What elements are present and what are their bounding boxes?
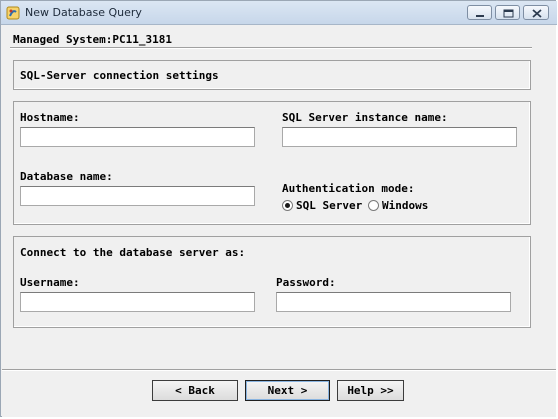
auth-mode-label: Authentication mode: xyxy=(282,182,415,195)
minimize-icon xyxy=(476,15,484,17)
window-title: New Database Query xyxy=(25,6,142,19)
managed-system-label: Managed System:PC11_3181 xyxy=(13,33,172,46)
dialog-content: Managed System:PC11_3181 SQL-Server conn… xyxy=(2,25,556,417)
radio-sql-server[interactable] xyxy=(282,200,293,211)
credentials-panel: Connect to the database server as: Usern… xyxy=(13,236,531,328)
database-name-label: Database name: xyxy=(20,170,113,183)
section-title: SQL-Server connection settings xyxy=(20,69,219,82)
restore-button[interactable] xyxy=(495,5,520,20)
dialog-window: New Database Query Managed System:PC11_3… xyxy=(0,0,557,417)
database-name-input[interactable] xyxy=(20,186,255,206)
app-icon xyxy=(6,6,20,20)
username-input[interactable] xyxy=(20,292,255,312)
credentials-title: Connect to the database server as: xyxy=(20,246,246,259)
radio-windows[interactable] xyxy=(368,200,379,211)
auth-option-windows-label: Windows xyxy=(382,199,429,212)
username-label: Username: xyxy=(20,276,80,289)
footer-divider xyxy=(2,369,556,371)
next-button[interactable]: Next > xyxy=(245,380,330,401)
section-title-panel: SQL-Server connection settings xyxy=(13,60,531,90)
instance-name-input[interactable] xyxy=(282,127,517,147)
connection-settings-panel: Hostname: SQL Server instance name: Data… xyxy=(13,101,531,225)
password-input[interactable] xyxy=(276,292,511,312)
password-label: Password: xyxy=(276,276,336,289)
restore-icon xyxy=(503,9,514,18)
minimize-button[interactable] xyxy=(467,5,492,20)
hostname-input[interactable] xyxy=(20,127,255,147)
auth-option-sql-server-label: SQL Server xyxy=(296,199,363,212)
hostname-label: Hostname: xyxy=(20,111,80,124)
header-divider xyxy=(10,47,532,49)
title-bar[interactable]: New Database Query xyxy=(1,1,557,25)
auth-option-sql-server[interactable]: SQL Server xyxy=(282,199,362,212)
instance-name-label: SQL Server instance name: xyxy=(282,111,448,124)
back-button[interactable]: < Back xyxy=(152,380,238,401)
auth-option-windows[interactable]: Windows xyxy=(368,199,428,212)
close-icon xyxy=(532,9,542,18)
close-button[interactable] xyxy=(523,5,549,20)
help-button[interactable]: Help >> xyxy=(337,380,404,401)
